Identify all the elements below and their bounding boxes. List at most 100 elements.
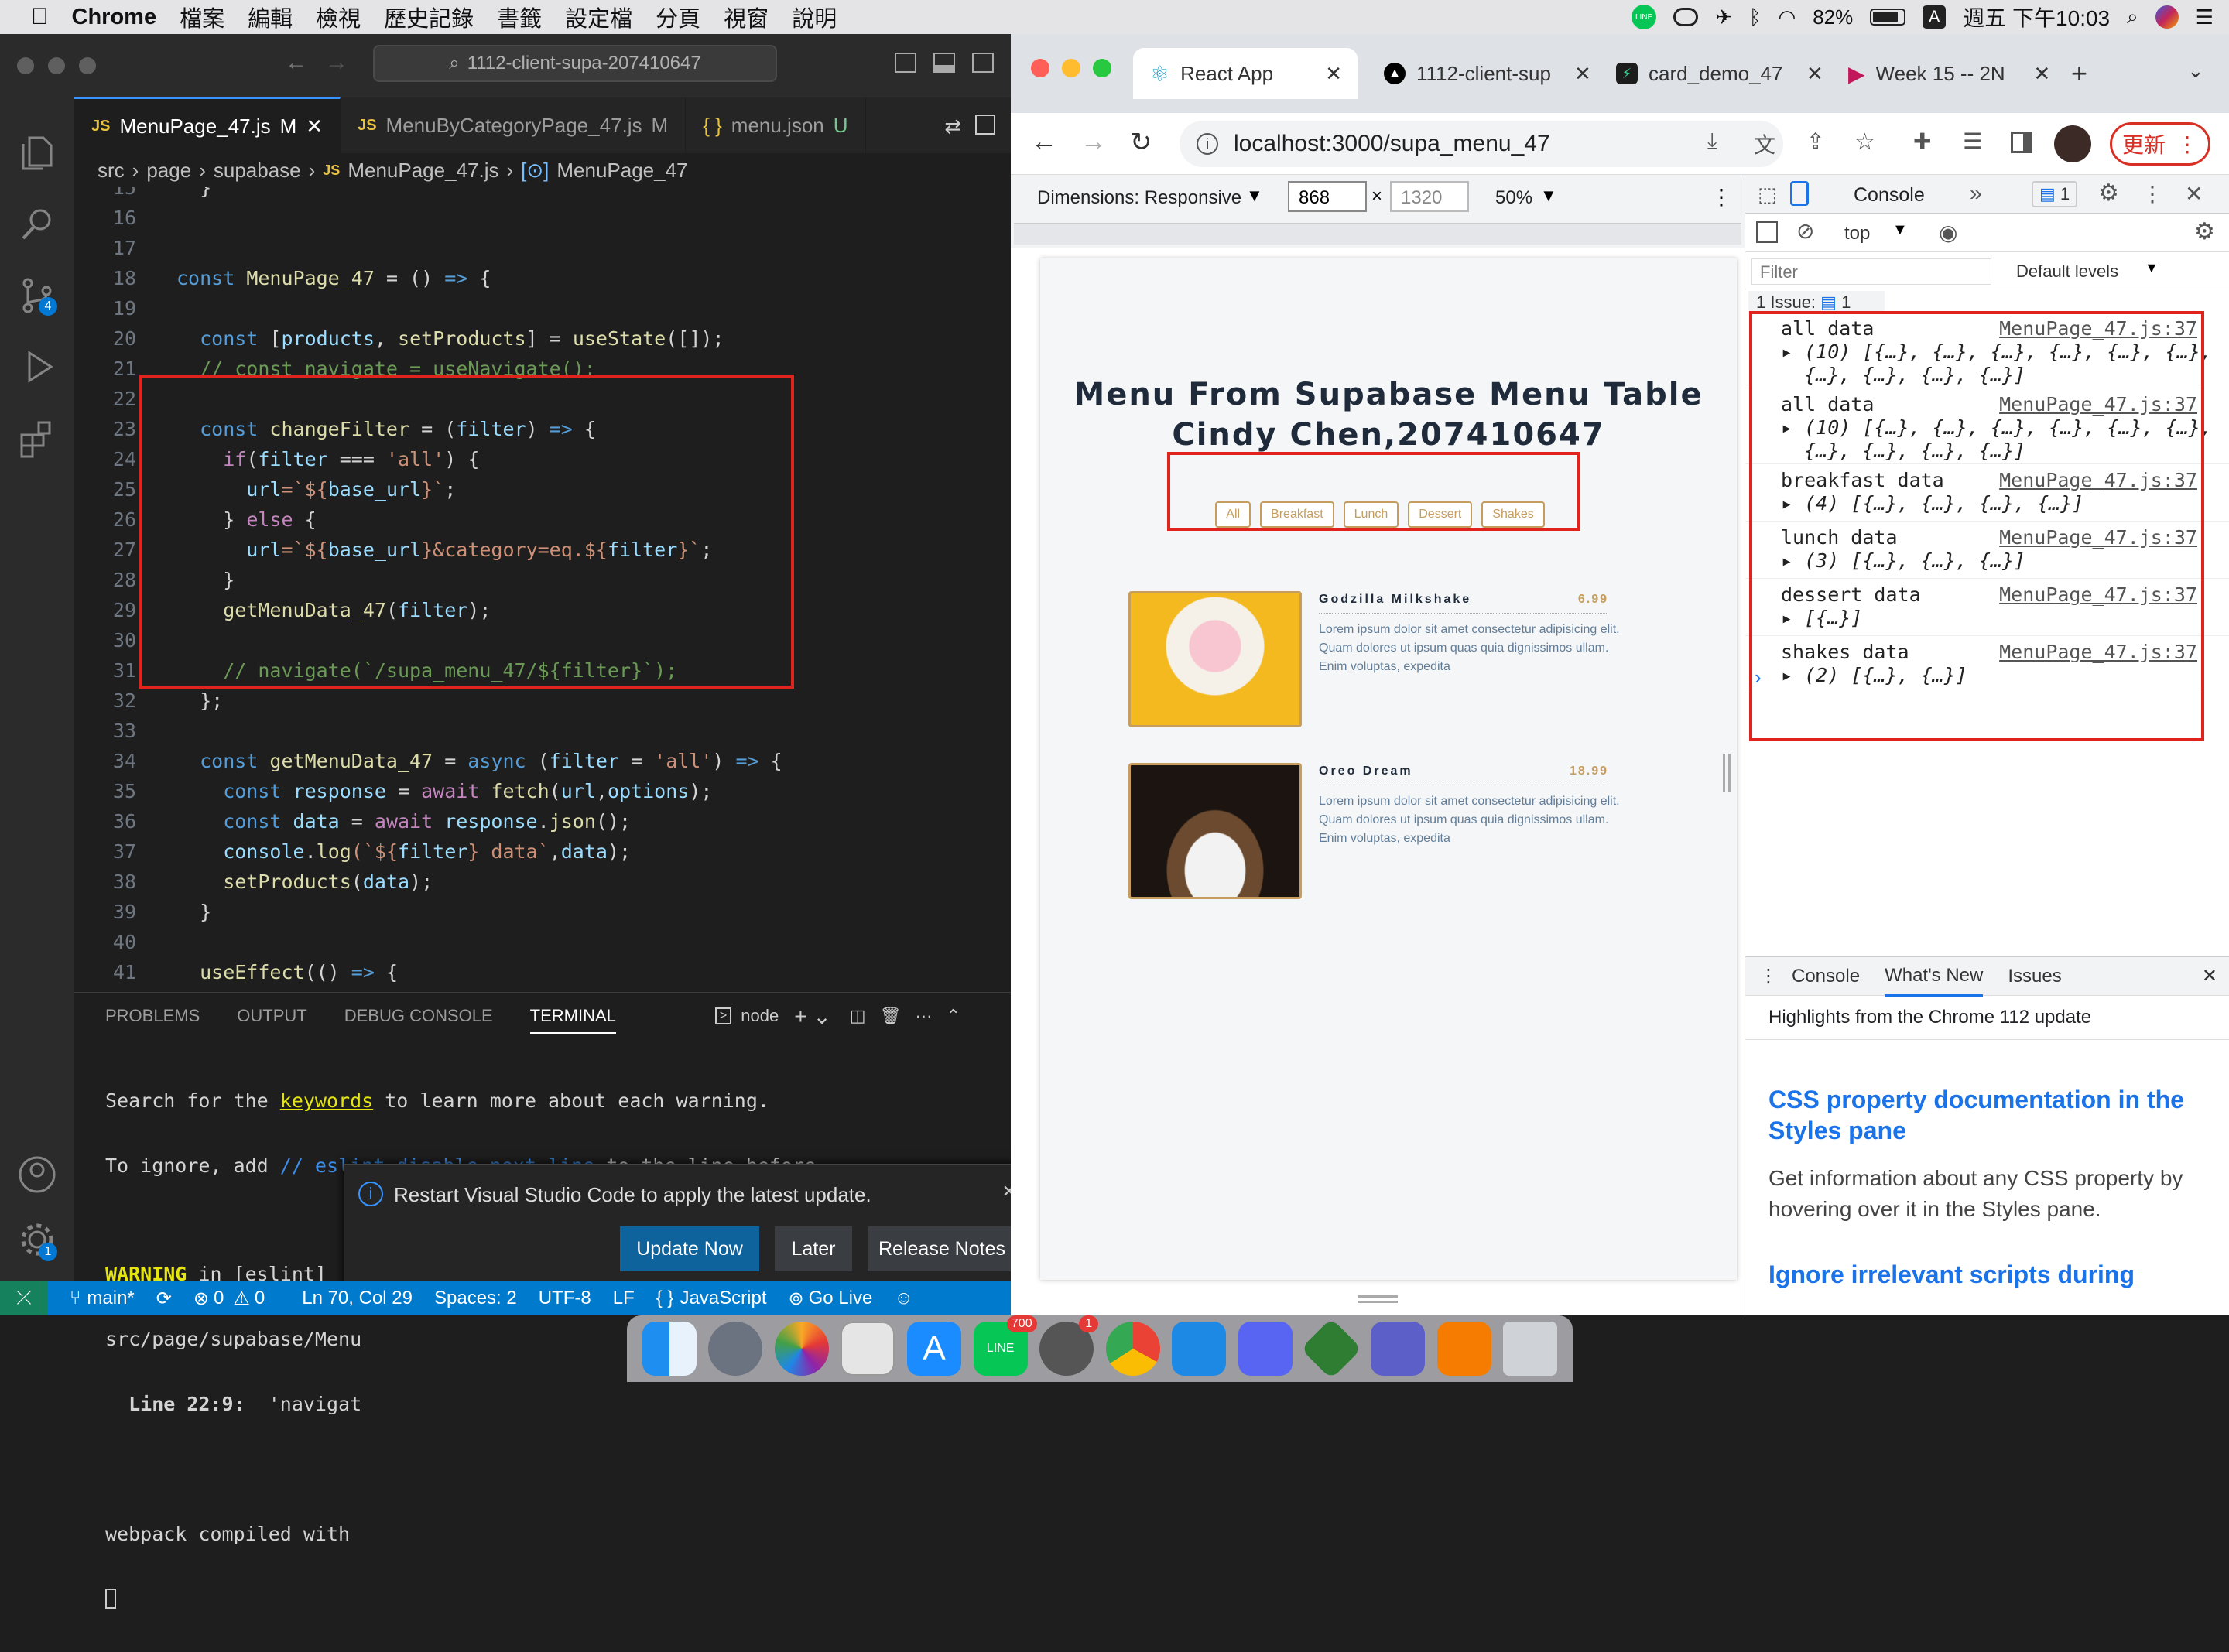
- bluetooth-icon[interactable]: ᛒ: [1749, 5, 1762, 29]
- drawer-tab-whats-new[interactable]: What's New: [1885, 965, 1984, 997]
- source-control-icon[interactable]: 4: [15, 274, 59, 317]
- siri-icon[interactable]: [2155, 5, 2179, 29]
- feedback-icon[interactable]: ☺: [894, 1288, 913, 1309]
- more-vertical-icon[interactable]: ⋮: [2142, 181, 2163, 207]
- toggle-sidebar-icon[interactable]: [895, 53, 916, 73]
- remote-icon[interactable]: ⤫: [0, 1281, 48, 1315]
- back-arrow-icon[interactable]: ←: [1031, 127, 1057, 157]
- discord-icon[interactable]: [1238, 1322, 1293, 1376]
- spotlight-search-icon[interactable]: ⌕: [2127, 5, 2138, 29]
- encoding[interactable]: UTF-8: [539, 1288, 591, 1309]
- menu-tabs[interactable]: 分頁: [656, 1, 700, 33]
- forward-arrow-icon[interactable]: →: [325, 50, 348, 76]
- tab-menu-json[interactable]: { } menu.json U: [686, 97, 866, 153]
- close-icon[interactable]: ✕: [1325, 62, 1342, 86]
- address-bar[interactable]: i localhost:3000/supa_menu_47: [1180, 121, 1783, 167]
- control-center-icon[interactable]: ☰: [2196, 5, 2214, 29]
- launchpad-icon[interactable]: [708, 1322, 763, 1376]
- git-branch[interactable]: main*: [87, 1288, 134, 1309]
- compare-icon[interactable]: ⇄: [944, 115, 961, 139]
- menu-help[interactable]: 說明: [792, 1, 837, 33]
- manage-gear-icon[interactable]: 1: [15, 1218, 59, 1261]
- filter-input[interactable]: Filter: [1751, 258, 1991, 285]
- device-toggle-icon[interactable]: [1790, 181, 1809, 206]
- toggle-panel-icon[interactable]: [933, 53, 955, 73]
- window-zoom-button[interactable]: [1093, 59, 1111, 77]
- go-live-button[interactable]: Go Live: [809, 1288, 873, 1309]
- breadcrumb-symbol[interactable]: MenuPage_47: [556, 159, 687, 183]
- breadcrumb-src[interactable]: src: [98, 159, 125, 183]
- app-store-icon[interactable]: A: [907, 1322, 962, 1376]
- close-icon[interactable]: ✕: [2202, 965, 2217, 987]
- clear-console-icon[interactable]: ⊘: [1796, 218, 1814, 244]
- terminal-shell[interactable]: node: [741, 1006, 779, 1026]
- later-button[interactable]: Later: [775, 1226, 852, 1271]
- account-icon[interactable]: [15, 1153, 59, 1196]
- warnings-icon[interactable]: ⚠: [233, 1288, 250, 1310]
- update-now-button[interactable]: Update Now: [620, 1226, 759, 1271]
- panel-tab-debug-console[interactable]: DEBUG CONSOLE: [344, 1006, 493, 1026]
- share-icon[interactable]: ⇪: [1806, 128, 1824, 154]
- menu-window[interactable]: 視窗: [724, 1, 769, 33]
- whats-new-link-1[interactable]: CSS property documentation in the Styles…: [1768, 1084, 2210, 1146]
- system-settings-icon[interactable]: 1: [1039, 1315, 1099, 1376]
- panel-tab-terminal[interactable]: TERMINAL: [529, 1006, 616, 1034]
- viewport-resize-handle-bottom[interactable]: [1358, 1295, 1398, 1303]
- maximize-panel-icon[interactable]: ⌃: [947, 1006, 960, 1026]
- close-icon[interactable]: ✕: [2185, 181, 2203, 207]
- more-vertical-icon[interactable]: ⋮: [1710, 184, 1732, 210]
- run-debug-icon[interactable]: [15, 345, 59, 388]
- bookmark-star-icon[interactable]: ☆: [1854, 128, 1875, 156]
- close-icon[interactable]: ✕: [2034, 62, 2051, 86]
- menu-view[interactable]: 檢視: [316, 1, 361, 33]
- menu-file[interactable]: 檔案: [180, 1, 224, 33]
- breadcrumb-file[interactable]: MenuPage_47.js: [348, 159, 498, 183]
- drawer-tab-console[interactable]: Console: [1792, 966, 1860, 987]
- split-editor-icon[interactable]: [975, 115, 995, 135]
- back-arrow-icon[interactable]: ←: [285, 50, 308, 76]
- release-notes-button[interactable]: Release Notes: [868, 1226, 1016, 1271]
- inspect-element-icon[interactable]: ⬚: [1758, 183, 1777, 207]
- explorer-icon[interactable]: [15, 132, 59, 175]
- finder-icon[interactable]: [642, 1322, 697, 1376]
- window-close-button[interactable]: [1031, 59, 1049, 77]
- apple-icon[interactable]: : [31, 4, 49, 30]
- battery-icon[interactable]: [1870, 9, 1906, 26]
- tab-week15[interactable]: ▶ Week 15 -- 2N ✕: [1831, 48, 2056, 99]
- indentation[interactable]: Spaces: 2: [434, 1288, 517, 1309]
- window-minimize-button[interactable]: [48, 57, 65, 74]
- line-status-icon[interactable]: LINE: [1632, 5, 1657, 29]
- search-icon[interactable]: [15, 203, 59, 246]
- drawer-tab-issues[interactable]: Issues: [2008, 966, 2061, 987]
- context-select[interactable]: top: [1844, 223, 1870, 245]
- wifi-icon[interactable]: ◠: [1779, 5, 1796, 29]
- more-vertical-icon[interactable]: ⋮: [1759, 965, 1778, 987]
- tab-card-demo[interactable]: ⚡ card_demo_47 ✕: [1599, 48, 1823, 99]
- media-queue-icon[interactable]: ☰: [1963, 128, 1982, 154]
- issues-badge[interactable]: ▤ 1: [2032, 181, 2078, 207]
- forward-arrow-icon[interactable]: →: [1080, 127, 1107, 157]
- sidebar-toggle-icon[interactable]: [1756, 221, 1778, 243]
- close-icon[interactable]: ✕: [1806, 62, 1823, 86]
- pages-icon[interactable]: [1436, 1322, 1491, 1376]
- eye-icon[interactable]: ◉: [1939, 220, 1957, 245]
- device-dimensions-select[interactable]: Dimensions: Responsive: [1037, 187, 1241, 209]
- trash-icon[interactable]: [1503, 1322, 1558, 1376]
- split-terminal-icon[interactable]: ◫: [850, 1006, 866, 1026]
- sync-icon[interactable]: ⟳: [156, 1288, 172, 1310]
- tab-supabase[interactable]: ▲ 1112-client-sup ✕: [1367, 48, 1591, 99]
- settings-gear-icon[interactable]: ⚙: [2098, 180, 2119, 207]
- info-icon[interactable]: i: [1197, 133, 1218, 155]
- more-tabs-icon[interactable]: »: [1970, 181, 1982, 206]
- tab-menupage[interactable]: JS MenuPage_47.js M ✕: [74, 97, 341, 153]
- new-terminal-icon[interactable]: + ⌄: [794, 1004, 831, 1029]
- menu-app-name[interactable]: Chrome: [72, 5, 157, 30]
- line-app-icon[interactable]: LINE 700: [973, 1315, 1037, 1376]
- teams-icon[interactable]: [1370, 1322, 1425, 1376]
- input-source[interactable]: A: [1923, 5, 1947, 29]
- zoom-select[interactable]: 50%: [1495, 187, 1532, 209]
- menu-profiles[interactable]: 設定檔: [565, 1, 632, 33]
- network-icon[interactable]: ✈: [1715, 5, 1732, 29]
- trash-icon[interactable]: 🗑: [880, 1006, 902, 1026]
- translate-icon[interactable]: 文: [1754, 128, 1775, 159]
